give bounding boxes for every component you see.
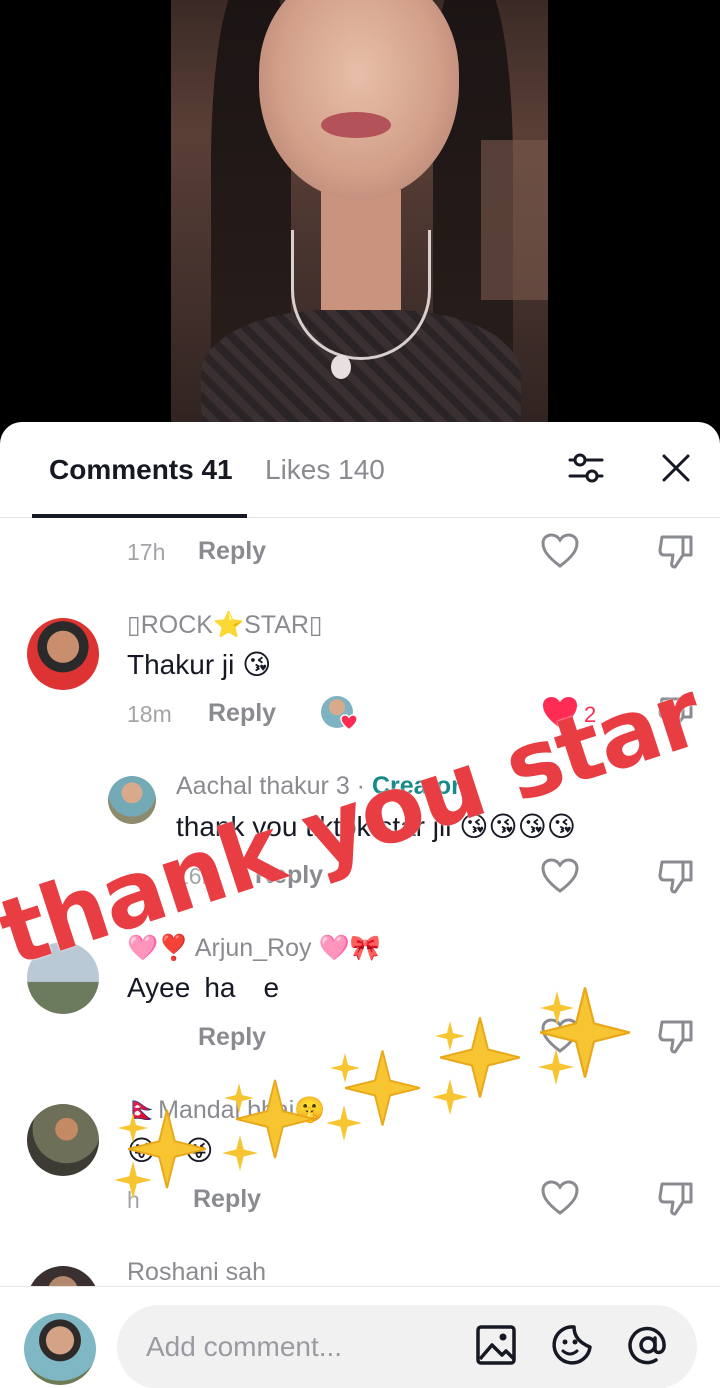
mention-icon[interactable] — [626, 1323, 670, 1367]
image-icon[interactable] — [474, 1323, 518, 1367]
comment-text: 😜 😜 — [127, 1135, 214, 1166]
heart-icon[interactable] — [541, 695, 579, 731]
creator-badge: Creator — [371, 772, 461, 800]
comment-input[interactable] — [117, 1305, 697, 1388]
comment-text: Thakur ji 😘 — [127, 649, 272, 680]
comment-username[interactable]: 🇳🇵Mandal bhai🤫 — [127, 1096, 325, 1125]
dislike-icon[interactable] — [657, 533, 695, 569]
filter-icon[interactable] — [566, 448, 606, 488]
reply-time: 16m — [176, 863, 221, 889]
video-wall — [481, 140, 548, 300]
tab-comments[interactable]: Comments 41 — [49, 454, 233, 486]
video-pendant — [331, 355, 351, 379]
tab-likes[interactable]: Likes 140 — [265, 454, 385, 486]
emoji-icon[interactable] — [550, 1323, 594, 1367]
reply-button[interactable]: Reply — [193, 1185, 261, 1214]
comment-list[interactable]: 17h Reply ▯ROCK⭐STAR▯ Thakur ji 😘 18m Re… — [0, 518, 720, 1288]
close-icon[interactable] — [656, 448, 696, 488]
comment-text: Ayee ha e — [127, 972, 280, 1003]
video-lips — [321, 112, 391, 138]
reply-button[interactable]: Reply — [198, 1023, 266, 1052]
dislike-icon[interactable] — [657, 858, 695, 894]
reply-text: thank you tiktok star jii 😘😘😘😘 — [176, 811, 576, 842]
reply-button[interactable]: Reply — [208, 699, 276, 728]
like-count: 2 — [584, 702, 597, 727]
comment-composer — [0, 1286, 720, 1388]
avatar[interactable] — [27, 1104, 99, 1176]
avatar[interactable] — [27, 1266, 99, 1288]
tab-bar: Comments 41 Likes 140 — [0, 422, 720, 518]
comment-username[interactable]: ▯ROCK⭐STAR▯ — [127, 610, 323, 640]
avatar[interactable] — [27, 942, 99, 1014]
separator: · — [349, 772, 372, 800]
comment-time: 17h — [127, 539, 166, 565]
video-player[interactable] — [171, 0, 548, 440]
screen: Comments 41 Likes 140 17h Reply ▯ROCK⭐ST — [0, 0, 720, 1388]
comments-sheet: Comments 41 Likes 140 17h Reply ▯ROCK⭐ST — [0, 422, 720, 1388]
my-avatar[interactable] — [24, 1313, 96, 1385]
reply-button[interactable]: Reply — [198, 537, 266, 566]
avatar[interactable] — [27, 618, 99, 690]
comment-time: h — [127, 1187, 140, 1213]
dislike-icon[interactable] — [657, 1018, 695, 1054]
heart-icon — [340, 714, 358, 731]
comment-username[interactable]: 🩷❣️ Arjun_Roy 🩷🎀 — [127, 934, 381, 963]
heart-icon[interactable] — [541, 1180, 579, 1216]
comment-time: 18m — [127, 701, 172, 727]
heart-icon[interactable] — [541, 1018, 579, 1054]
heart-icon[interactable] — [541, 533, 579, 569]
avatar[interactable] — [108, 776, 156, 824]
comment-username[interactable]: Roshani sah — [127, 1258, 266, 1287]
heart-icon[interactable] — [541, 858, 579, 894]
dislike-icon[interactable] — [657, 1180, 695, 1216]
reply-username[interactable]: Aachal thakur 3 · Creator — [176, 772, 461, 801]
reply-button[interactable]: Reply — [255, 861, 323, 890]
reply-user[interactable]: Aachal thakur 3 — [176, 772, 350, 800]
dislike-icon[interactable] — [657, 695, 695, 731]
